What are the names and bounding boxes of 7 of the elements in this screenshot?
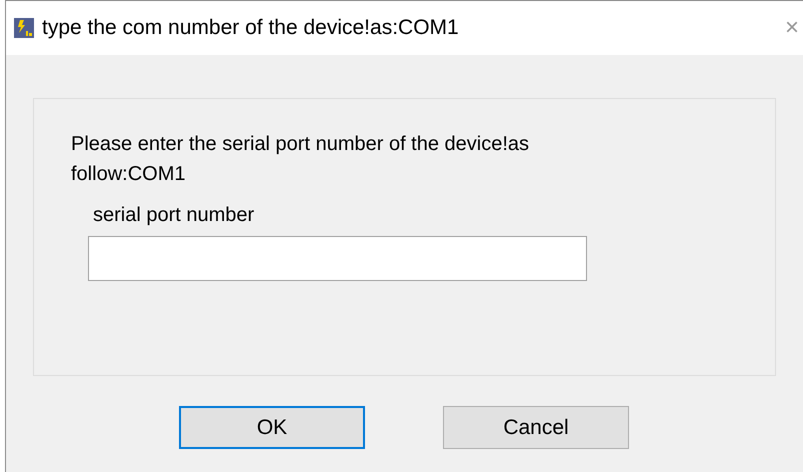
app-icon xyxy=(14,18,34,38)
instruction-text: Please enter the serial port number of the device!as follow:COM1 xyxy=(71,132,530,187)
serial-port-field[interactable] xyxy=(88,236,587,281)
dialog-button[interactable]: OK xyxy=(179,406,365,449)
field-label: serial port number xyxy=(92,203,256,228)
window-title: type the com number of the device!as:COM1 xyxy=(42,15,459,42)
dialog-button[interactable]: Cancel xyxy=(443,406,629,449)
